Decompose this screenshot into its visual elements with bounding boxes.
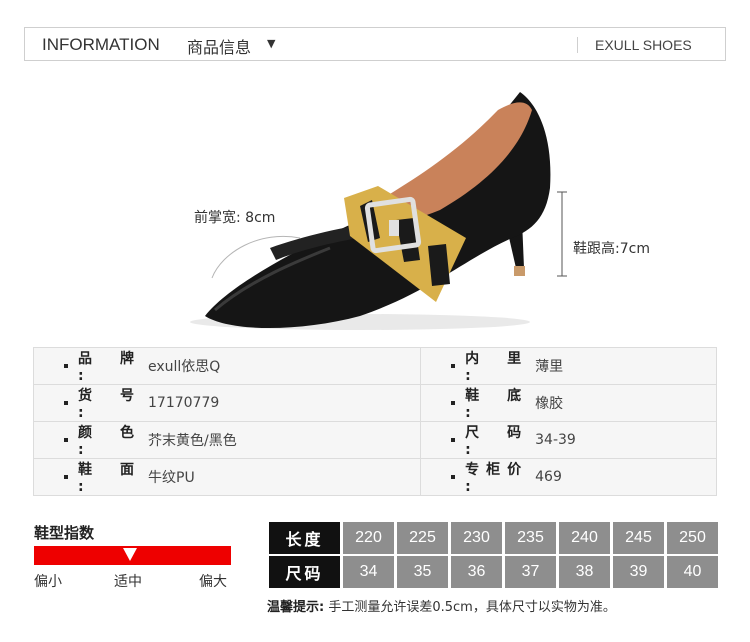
- bullet-icon: [451, 401, 456, 405]
- product-image: 前掌宽: 8cm 鞋跟高:7cm: [0, 70, 750, 340]
- tip-label: 温馨提示:: [267, 600, 325, 615]
- info-value: 469: [535, 469, 562, 485]
- size-cell: 36: [451, 556, 502, 588]
- info-cell: 尺 码: 34-39: [420, 421, 717, 459]
- table-row: 货 号: 17170779 鞋 底: 橡胶: [32, 384, 717, 422]
- size-table: 长度 220 225 230 235 240 245 250 尺码 34 35 …: [266, 522, 721, 588]
- length-cell: 230: [451, 522, 502, 554]
- info-value: 橡胶: [535, 396, 564, 412]
- bullet-icon: [64, 364, 68, 368]
- size-cell: 37: [505, 556, 556, 588]
- length-cell: 235: [505, 522, 556, 554]
- bullet-icon: [64, 438, 68, 442]
- length-header: 长度: [269, 522, 340, 554]
- bullet-icon: [451, 475, 456, 479]
- info-key: 颜 色:: [78, 425, 134, 458]
- info-cell: 货 号: 17170779: [32, 384, 422, 422]
- caret-down-icon: ▼: [267, 37, 276, 50]
- bullet-icon: [64, 401, 68, 405]
- info-cell: 专柜价: 469: [420, 458, 717, 496]
- info-header: INFORMATION 商品信息 ▼ EXULL SHOES: [24, 27, 726, 61]
- info-value: 17170779: [148, 395, 220, 411]
- info-cell: 品 牌: exull依思Q: [32, 347, 422, 385]
- header-title-en: INFORMATION: [42, 35, 160, 54]
- fit-label-large: 偏大: [199, 574, 227, 590]
- info-cell: 颜 色: 芥末黄色/黑色: [32, 421, 422, 459]
- table-row: 鞋 面: 牛纹PU 专柜价: 469: [32, 458, 717, 496]
- fit-label-small: 偏小: [34, 574, 62, 590]
- heel-tip: [514, 266, 525, 276]
- product-info-table: 品 牌: exull依思Q 内 里: 薄里 货 号: 17170779 鞋 底: 橡胶 …: [32, 347, 717, 496]
- size-cell: 35: [397, 556, 448, 588]
- info-cell: 鞋 底: 橡胶: [420, 384, 717, 422]
- info-value: 34-39: [535, 432, 576, 448]
- forefoot-width-label: 前掌宽: 8cm: [194, 210, 276, 226]
- size-cell: 38: [559, 556, 610, 588]
- size-cell: 34: [343, 556, 394, 588]
- heel-height-label: 鞋跟高:7cm: [573, 241, 650, 257]
- info-value: 芥末黄色/黑色: [148, 433, 237, 449]
- bullet-icon: [451, 438, 456, 442]
- table-row: 颜 色: 芥末黄色/黑色 尺 码: 34-39: [32, 421, 717, 459]
- header-title-cn: 商品信息: [187, 38, 252, 57]
- info-key: 尺 码:: [465, 425, 522, 458]
- info-key: 货 号:: [78, 388, 134, 421]
- length-cell: 240: [559, 522, 610, 554]
- bullet-icon: [451, 364, 456, 368]
- measurement-tip: 温馨提示: 手工测量允许误差0.5cm，具体尺寸以实物为准。: [267, 596, 616, 615]
- header-brand: EXULL SHOES: [595, 37, 692, 53]
- size-cell: 40: [667, 556, 718, 588]
- info-cell: 鞋 面: 牛纹PU: [32, 458, 422, 496]
- fit-marker-icon: [123, 548, 137, 561]
- info-key: 品 牌:: [78, 351, 134, 384]
- length-cell: 220: [343, 522, 394, 554]
- info-value: exull依思Q: [148, 359, 221, 375]
- info-value: 薄里: [535, 359, 564, 375]
- info-value: 牛纹PU: [148, 470, 195, 486]
- shoe-illustration: [190, 92, 567, 330]
- table-row-length: 长度 220 225 230 235 240 245 250: [269, 522, 718, 554]
- length-cell: 225: [397, 522, 448, 554]
- length-cell: 250: [667, 522, 718, 554]
- bullet-icon: [64, 475, 68, 479]
- size-header: 尺码: [269, 556, 340, 588]
- info-cell: 内 里: 薄里: [420, 347, 717, 385]
- length-cell: 245: [613, 522, 664, 554]
- tip-text: 手工测量允许误差0.5cm，具体尺寸以实物为准。: [328, 600, 616, 615]
- fit-label-normal: 适中: [114, 574, 142, 590]
- fit-index-title: 鞋型指数: [34, 524, 95, 542]
- table-row: 品 牌: exull依思Q 内 里: 薄里: [32, 347, 717, 385]
- table-row-size: 尺码 34 35 36 37 38 39 40: [269, 556, 718, 588]
- info-key: 鞋 底:: [465, 388, 522, 421]
- size-cell: 39: [613, 556, 664, 588]
- info-key: 鞋 面:: [78, 462, 134, 495]
- header-divider: [577, 37, 578, 53]
- info-key: 内 里:: [465, 351, 522, 384]
- info-key: 专柜价:: [465, 462, 522, 495]
